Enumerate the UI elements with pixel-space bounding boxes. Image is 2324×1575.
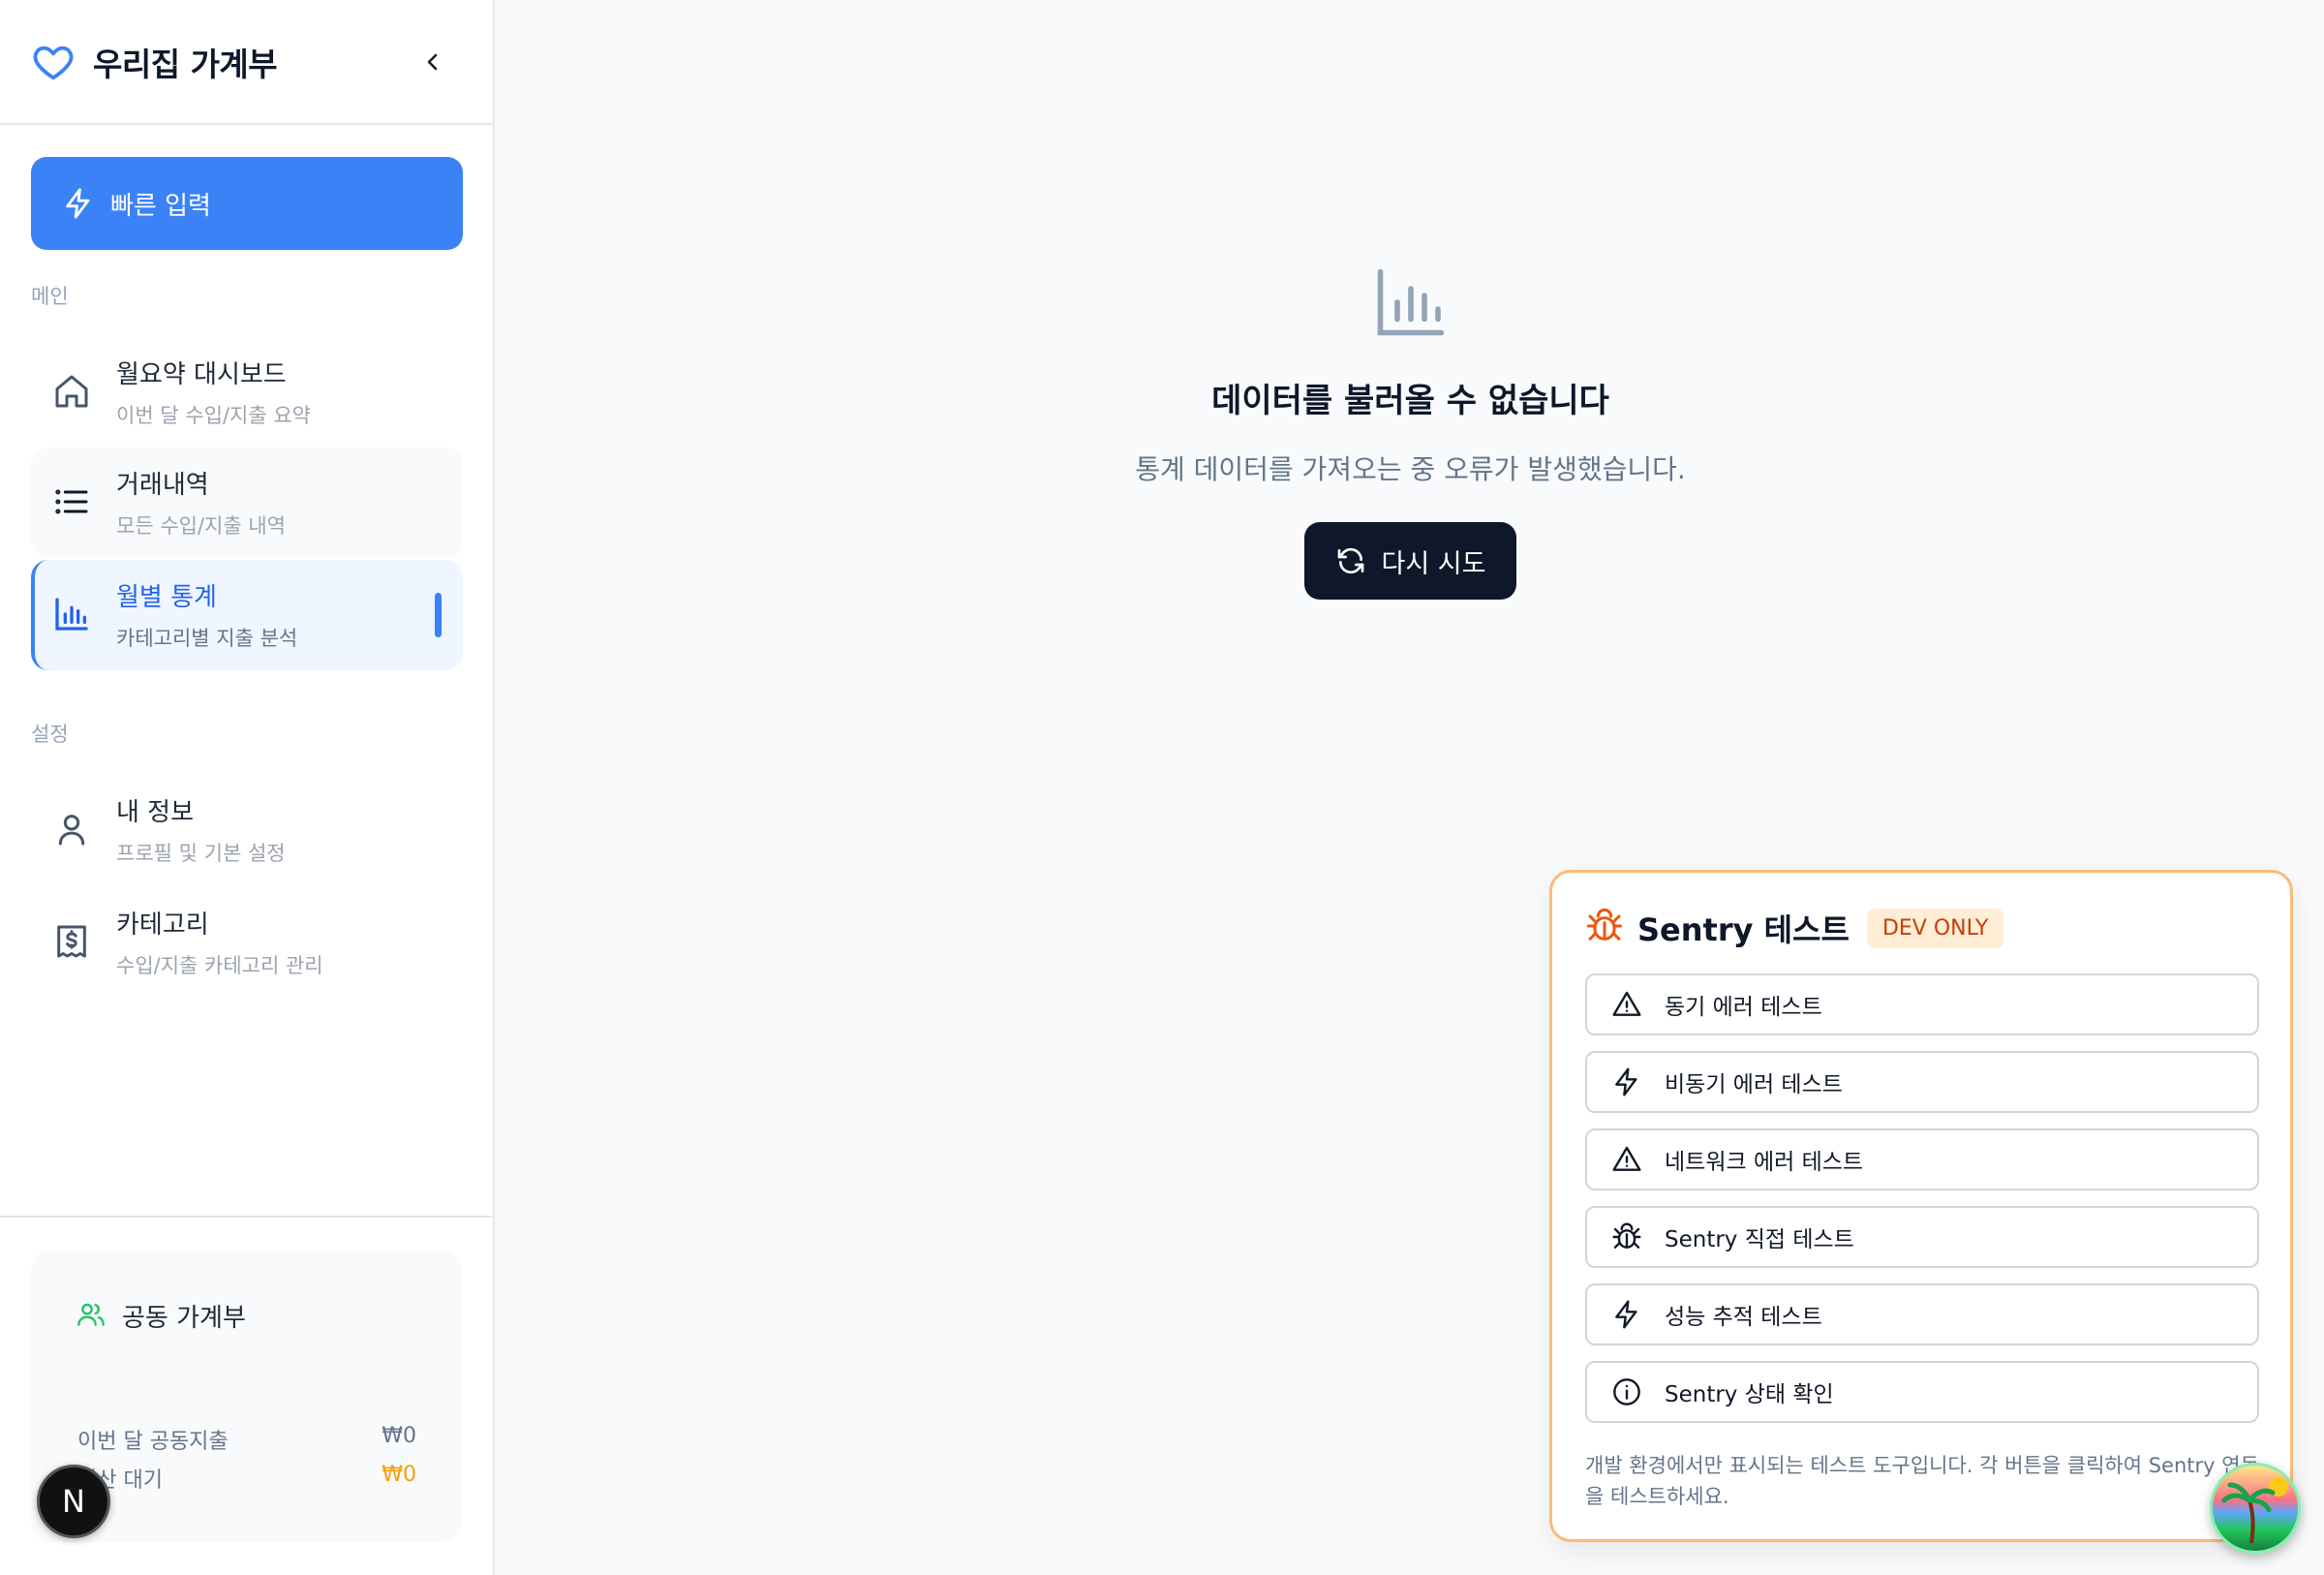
button-label: 비동기 에러 테스트 (1665, 1072, 1843, 1097)
settlement-pending-row: 정산 대기 ₩0 (77, 1463, 416, 1494)
shared-expense-label: 이번 달 공동지출 (77, 1430, 229, 1454)
sidebar-item-dashboard[interactable]: 월요약 대시보드 이번 달 수입/지출 요약 (31, 337, 463, 448)
sentry-panel-title: Sentry 테스트 (1637, 911, 1850, 948)
network-error-test-button[interactable]: 네트워크 에러 테스트 (1585, 1128, 2259, 1190)
sentry-test-panel: Sentry 테스트 DEV ONLY 동기 에러 테스트 비동기 에러 테스트… (1549, 870, 2293, 1542)
warning-icon (1610, 988, 1643, 1021)
sidebar-item-categories[interactable]: 카테고리 수입/지출 카테고리 관리 (31, 887, 463, 998)
error-state: 데이터를 불러올 수 없습니다 통계 데이터를 가져오는 중 오류가 발생했습니… (497, 262, 2324, 600)
button-label: 성능 추적 테스트 (1665, 1305, 1822, 1330)
shared-expense-row: 이번 달 공동지출 ₩0 (77, 1424, 416, 1455)
section-label-main: 메인 (31, 285, 69, 308)
bug-icon (1610, 1220, 1643, 1253)
sidebar-item-title: 내 정보 (116, 798, 195, 827)
sidebar-item-title: 거래내역 (116, 471, 209, 500)
sidebar-item-subtitle: 모든 수입/지출 내역 (116, 514, 286, 538)
list-icon (52, 482, 91, 521)
sidebar-item-transactions[interactable]: 거래내역 모든 수입/지출 내역 (31, 448, 463, 558)
error-title: 데이터를 불러올 수 없습니다 (1211, 382, 1609, 420)
section-label-settings: 설정 (31, 723, 69, 746)
quick-input-label: 빠른 입력 (110, 191, 211, 221)
retry-button[interactable]: 다시 시도 (1303, 522, 1517, 600)
sidebar-item-title: 카테고리 (116, 911, 209, 940)
app-title: 우리집 가계부 (93, 45, 278, 83)
button-label: 네트워크 에러 테스트 (1665, 1150, 1864, 1175)
settlement-pending-amount: ₩0 (382, 1463, 416, 1487)
bar-chart-icon (1370, 262, 1452, 343)
user-icon (52, 810, 91, 849)
sidebar-item-subtitle: 이번 달 수입/지출 요약 (116, 404, 311, 427)
heart-icon (31, 40, 76, 84)
lightning-icon (1610, 1298, 1643, 1331)
chevron-left-icon (427, 53, 438, 70)
shared-budget-title: 공동 가계부 (122, 1304, 246, 1333)
warning-icon (1610, 1143, 1643, 1176)
nextjs-dev-indicator[interactable]: N (37, 1465, 110, 1538)
info-icon (1610, 1375, 1643, 1408)
quick-input-button[interactable]: 빠른 입력 (31, 157, 463, 250)
sidebar-item-title: 월별 통계 (116, 583, 217, 612)
home-icon (52, 372, 91, 411)
sidebar-divider (0, 1216, 495, 1218)
sentry-panel-note: 개발 환경에서만 표시되는 테스트 도구입니다. 각 버튼을 클릭하여 Sent… (1585, 1454, 2259, 1508)
button-label: Sentry 직접 테스트 (1665, 1227, 1854, 1252)
floating-tropical-avatar[interactable] (2210, 1463, 2301, 1554)
retry-label: 다시 시도 (1381, 548, 1486, 579)
sidebar: 우리집 가계부 빠른 입력 메인 월요약 대시보드 이번 달 수입/지출 요약 … (0, 0, 495, 1575)
sync-error-test-button[interactable]: 동기 에러 테스트 (1585, 973, 2259, 1035)
refresh-icon (1337, 547, 1363, 574)
receipt-icon (52, 922, 91, 961)
users-icon (76, 1299, 107, 1334)
async-error-test-button[interactable]: 비동기 에러 테스트 (1585, 1051, 2259, 1113)
shared-expense-amount: ₩0 (382, 1424, 416, 1448)
sentry-direct-test-button[interactable]: Sentry 직접 테스트 (1585, 1206, 2259, 1268)
error-description: 통계 데이터를 가져오는 중 오류가 발생했습니다. (1135, 453, 1686, 485)
bug-icon (1585, 907, 1624, 949)
performance-trace-test-button[interactable]: 성능 추적 테스트 (1585, 1283, 2259, 1345)
sidebar-header: 우리집 가계부 (0, 0, 493, 125)
sidebar-item-subtitle: 카테고리별 지출 분석 (116, 627, 298, 650)
collapse-sidebar-button[interactable] (413, 43, 452, 81)
sidebar-item-subtitle: 프로필 및 기본 설정 (116, 842, 286, 865)
sidebar-item-title: 월요약 대시보드 (116, 360, 287, 389)
sidebar-item-profile[interactable]: 내 정보 프로필 및 기본 설정 (31, 775, 463, 885)
bar-chart-icon (52, 595, 91, 633)
lightning-icon (66, 188, 90, 219)
sidebar-item-monthly-stats[interactable]: 월별 통계 카테고리별 지출 분석 (31, 560, 463, 670)
sidebar-item-subtitle: 수입/지출 카테고리 관리 (116, 954, 323, 977)
lightning-icon (1610, 1065, 1643, 1098)
button-label: Sentry 상태 확인 (1665, 1382, 1834, 1407)
dev-only-badge: DEV ONLY (1866, 908, 2004, 948)
sentry-status-check-button[interactable]: Sentry 상태 확인 (1585, 1361, 2259, 1423)
button-label: 동기 에러 테스트 (1665, 995, 1822, 1020)
active-indicator (435, 593, 442, 637)
